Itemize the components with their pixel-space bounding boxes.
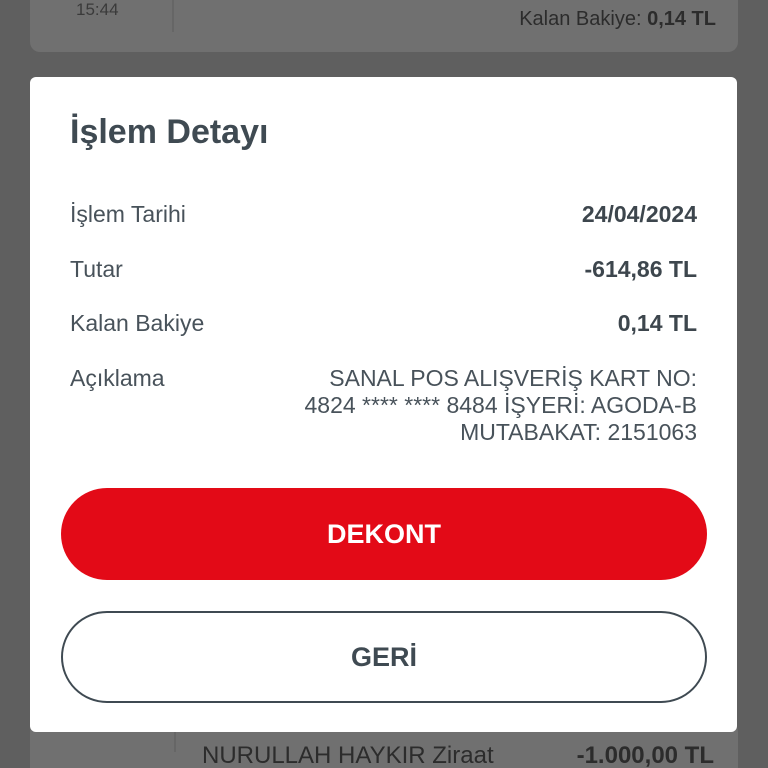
detail-value: -614,86 TL xyxy=(584,256,698,282)
back-button[interactable]: GERİ xyxy=(61,611,707,703)
detail-label: İşlem Tarihi xyxy=(70,201,186,227)
description-line: MUTABAKAT: 2151063 xyxy=(460,419,697,445)
balance-value: 0,14 TL xyxy=(647,8,716,30)
description-line: 4824 **** **** 8484 İŞYERİ: AGODA-B xyxy=(304,392,698,418)
detail-row-balance: Kalan Bakiye 0,14 TL xyxy=(70,310,697,337)
receipt-button[interactable]: DEKONT xyxy=(61,488,707,580)
balance-label: Kalan Bakiye: xyxy=(519,8,642,30)
transaction-detail-modal: İşlem Detayı İşlem Tarihi 24/04/2024 Tut… xyxy=(30,77,737,732)
description-line: SANAL POS ALIŞVERİŞ KART NO: xyxy=(329,365,697,391)
detail-row-description: Açıklama SANAL POS ALIŞVERİŞ KART NO: 48… xyxy=(70,365,697,446)
detail-value: 0,14 TL xyxy=(617,310,697,336)
item-divider xyxy=(172,0,174,32)
detail-label: Kalan Bakiye xyxy=(70,310,205,336)
detail-label: Açıklama xyxy=(70,365,165,391)
detail-row-date: İşlem Tarihi 24/04/2024 xyxy=(70,201,697,228)
transaction-balance: Kalan Bakiye: 0,14 TL xyxy=(519,8,716,31)
detail-label: Tutar xyxy=(70,256,123,282)
detail-value: 24/04/2024 xyxy=(581,201,697,227)
detail-row-amount: Tutar -614,86 TL xyxy=(70,256,697,283)
modal-title: İşlem Detayı xyxy=(70,113,269,151)
transaction-amount: -1.000,00 TL xyxy=(576,742,714,768)
transaction-list-item[interactable]: 15:44 Kalan Bakiye: 0,14 TL xyxy=(30,0,738,52)
transaction-time: 15:44 xyxy=(76,0,119,19)
detail-value: SANAL POS ALIŞVERİŞ KART NO: 4824 **** *… xyxy=(247,365,698,446)
transaction-name: NURULLAH HAYKIR Ziraat xyxy=(202,742,494,768)
